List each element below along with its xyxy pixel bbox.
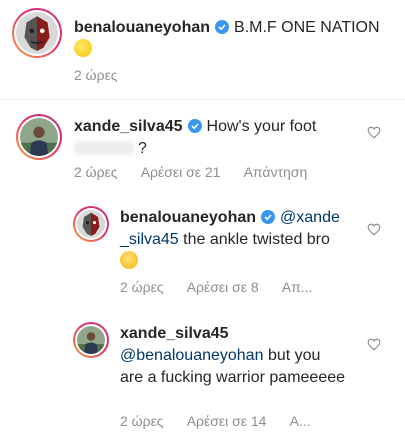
comment-likes[interactable]: Αρέσει σε 8: [187, 279, 259, 295]
reply-button[interactable]: Απάντηση: [244, 164, 308, 180]
avatar[interactable]: [16, 114, 62, 160]
divider: [0, 99, 405, 100]
comment-text: the ankle twisted bro: [183, 231, 330, 248]
comment-username[interactable]: xande_silva45: [74, 118, 183, 135]
reply-button[interactable]: Απ...: [282, 279, 313, 295]
avatar-image: [20, 118, 58, 156]
reply-button[interactable]: Α...: [290, 413, 311, 429]
avatar[interactable]: [73, 322, 109, 358]
comment-likes[interactable]: Αρέσει σε 21: [141, 164, 221, 180]
caption-username[interactable]: benalouaneyohan: [74, 19, 210, 36]
comment-text: How's your foot: [206, 118, 317, 135]
avatar-image: [77, 326, 105, 354]
verified-badge-icon: [261, 210, 276, 224]
verified-badge-icon: [187, 119, 202, 133]
caption-time: 2 ώρες: [74, 67, 118, 83]
comment-time: 2 ώρες: [120, 413, 164, 429]
avatar[interactable]: [73, 206, 109, 242]
comment-text-tail: ?: [138, 140, 147, 157]
redacted-text: [74, 142, 134, 154]
comment-likes[interactable]: Αρέσει σε 14: [187, 413, 267, 429]
verified-badge-icon: [215, 20, 230, 34]
comment-username[interactable]: xande_silva45: [120, 325, 229, 342]
heart-icon[interactable]: [367, 223, 381, 236]
comment-username[interactable]: benalouaneyohan: [120, 209, 256, 226]
grimacing-emoji-icon: [120, 251, 138, 269]
heart-icon[interactable]: [367, 338, 381, 351]
avatar-image: [77, 210, 105, 238]
avatar-image: [16, 12, 58, 54]
moon-emoji-icon: [74, 39, 92, 57]
comment-time: 2 ώρες: [120, 279, 164, 295]
comment-time: 2 ώρες: [74, 164, 118, 180]
heart-icon[interactable]: [367, 126, 381, 139]
avatar[interactable]: [12, 8, 62, 58]
caption-text: B.M.F ONE NATION: [234, 19, 380, 36]
mention-link[interactable]: @benalouaneyohan: [120, 347, 263, 364]
